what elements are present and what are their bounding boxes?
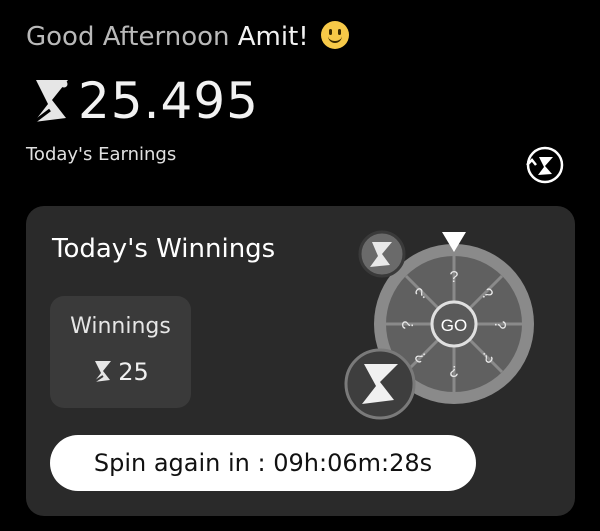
s-coin-icon bbox=[93, 361, 112, 383]
spin-timer-button[interactable]: Spin again in : 09h:06m:28s bbox=[50, 435, 476, 491]
history-clock-icon[interactable] bbox=[523, 143, 567, 187]
wheel-segment-label: ? bbox=[491, 321, 508, 330]
balance-amount: 25.495 bbox=[78, 72, 259, 130]
winnings-value: 25 bbox=[118, 358, 149, 386]
winnings-box: Winnings 25 bbox=[50, 296, 191, 408]
wheel-segment-label: ? bbox=[400, 320, 417, 329]
wheel-segment-label: ? bbox=[449, 362, 458, 379]
greeting-prefix: Good Afternoon bbox=[26, 22, 230, 52]
winnings-card: Today's Winnings Winnings 25 Spin again … bbox=[26, 206, 575, 516]
card-title: Today's Winnings bbox=[52, 234, 276, 264]
greeting: Good Afternoon Amit! bbox=[26, 20, 349, 54]
user-name: Amit! bbox=[237, 22, 309, 52]
spin-wheel[interactable]: GO ? ? ? ? ? ? ? ? bbox=[344, 224, 554, 424]
wheel-segment-label: ? bbox=[450, 269, 459, 286]
winnings-label: Winnings bbox=[70, 314, 171, 339]
earnings-label: Today's Earnings bbox=[26, 144, 177, 165]
wheel-go-label: GO bbox=[441, 316, 467, 335]
smiley-icon bbox=[320, 21, 349, 49]
winnings-value-row: 25 bbox=[50, 358, 191, 386]
balance: 25.495 bbox=[28, 70, 259, 132]
s-coin-icon bbox=[33, 80, 68, 124]
